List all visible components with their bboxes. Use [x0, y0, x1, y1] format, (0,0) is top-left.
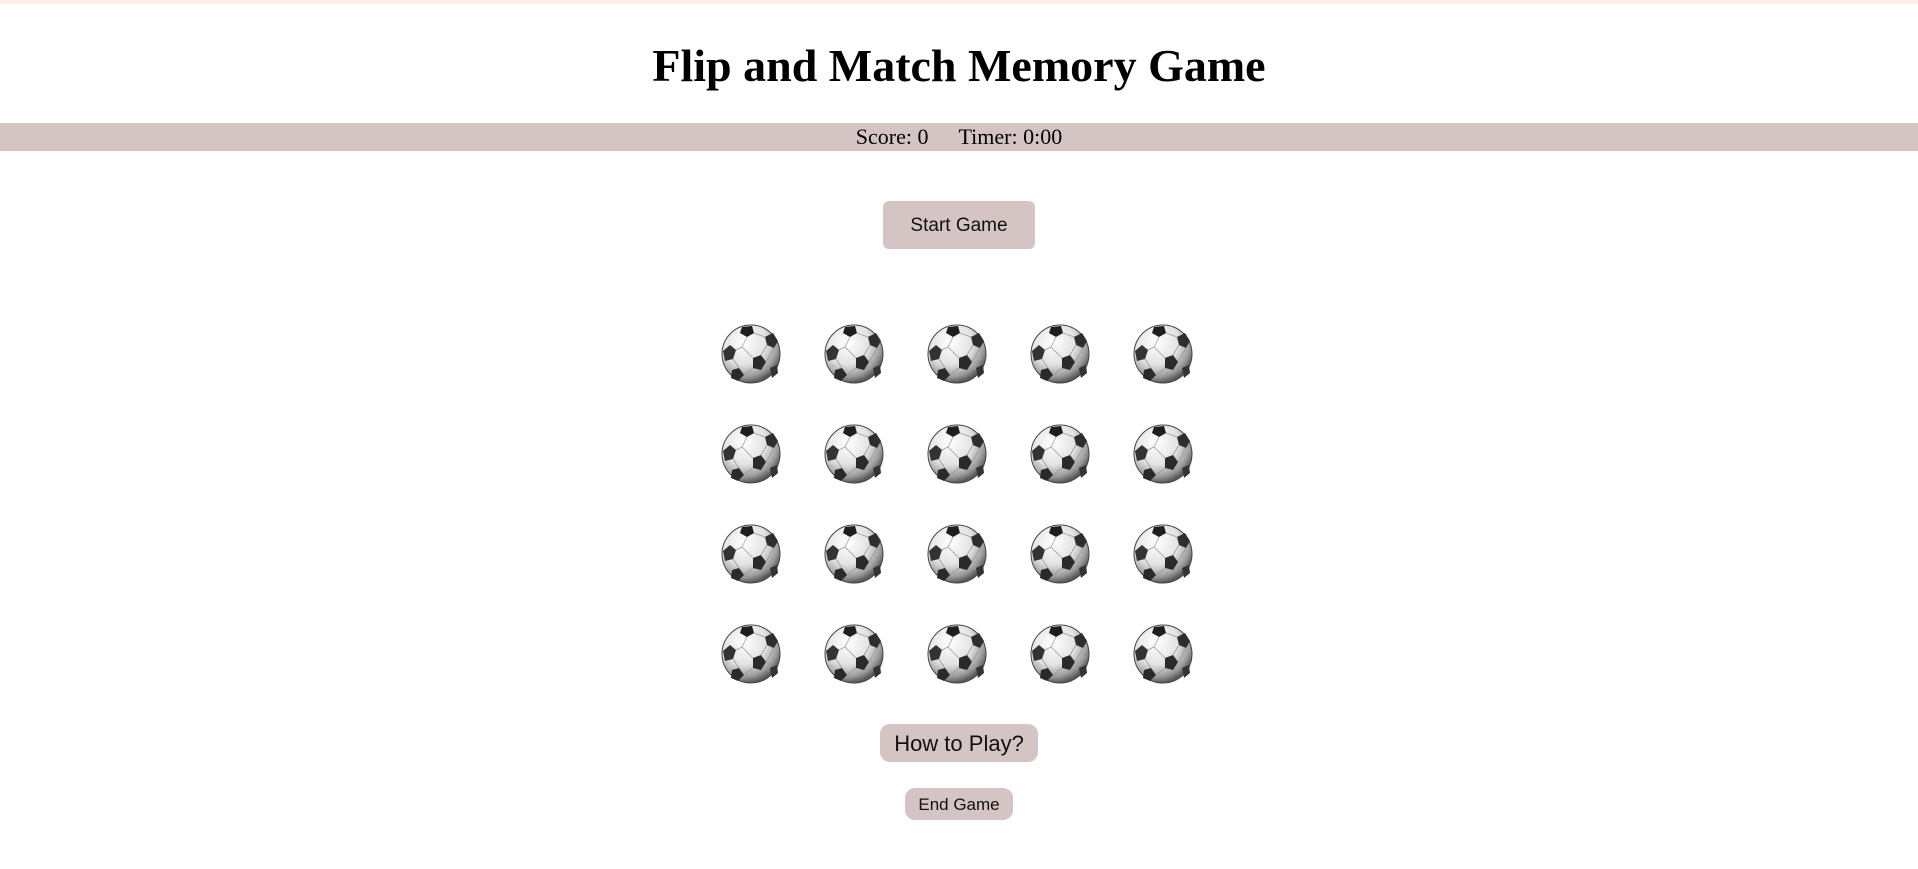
memory-card[interactable]: [926, 623, 988, 685]
memory-card[interactable]: [720, 623, 782, 685]
memory-card[interactable]: [1029, 323, 1091, 385]
soccer-ball-icon: [1132, 323, 1194, 385]
soccer-ball-icon: [823, 523, 885, 585]
memory-card[interactable]: [926, 523, 988, 585]
memory-card[interactable]: [1029, 623, 1091, 685]
memory-card[interactable]: [1132, 623, 1194, 685]
memory-card[interactable]: [720, 523, 782, 585]
timer-display: Timer: 0:00: [958, 124, 1063, 149]
memory-card[interactable]: [720, 323, 782, 385]
top-border: [0, 0, 1918, 4]
soccer-ball-icon: [1029, 323, 1091, 385]
card-grid: [720, 323, 1198, 687]
memory-card[interactable]: [1029, 423, 1091, 485]
soccer-ball-icon: [926, 523, 988, 585]
soccer-ball-icon: [720, 523, 782, 585]
soccer-ball-icon: [926, 423, 988, 485]
memory-card[interactable]: [926, 323, 988, 385]
memory-card[interactable]: [1132, 323, 1194, 385]
soccer-ball-icon: [1132, 623, 1194, 685]
soccer-ball-icon: [926, 623, 988, 685]
memory-card[interactable]: [926, 423, 988, 485]
page-title: Flip and Match Memory Game: [652, 40, 1266, 91]
how-to-play-button[interactable]: How to Play?: [880, 724, 1038, 762]
soccer-ball-icon: [926, 323, 988, 385]
soccer-ball-icon: [720, 423, 782, 485]
soccer-ball-icon: [823, 423, 885, 485]
memory-card[interactable]: [823, 423, 885, 485]
soccer-ball-icon: [1132, 523, 1194, 585]
soccer-ball-icon: [720, 623, 782, 685]
score-display: Score: 0: [855, 124, 929, 149]
soccer-ball-icon: [823, 623, 885, 685]
start-game-button[interactable]: Start Game: [883, 201, 1035, 249]
memory-card[interactable]: [1132, 523, 1194, 585]
status-bar: Score: 0 Timer: 0:00: [0, 123, 1918, 151]
soccer-ball-icon: [1029, 523, 1091, 585]
memory-card[interactable]: [823, 323, 885, 385]
soccer-ball-icon: [1029, 423, 1091, 485]
memory-card[interactable]: [720, 423, 782, 485]
memory-card[interactable]: [1029, 523, 1091, 585]
soccer-ball-icon: [1132, 423, 1194, 485]
soccer-ball-icon: [720, 323, 782, 385]
soccer-ball-icon: [1029, 623, 1091, 685]
memory-card[interactable]: [823, 523, 885, 585]
memory-card[interactable]: [1132, 423, 1194, 485]
soccer-ball-icon: [823, 323, 885, 385]
end-game-button[interactable]: End Game: [905, 788, 1013, 820]
memory-card[interactable]: [823, 623, 885, 685]
